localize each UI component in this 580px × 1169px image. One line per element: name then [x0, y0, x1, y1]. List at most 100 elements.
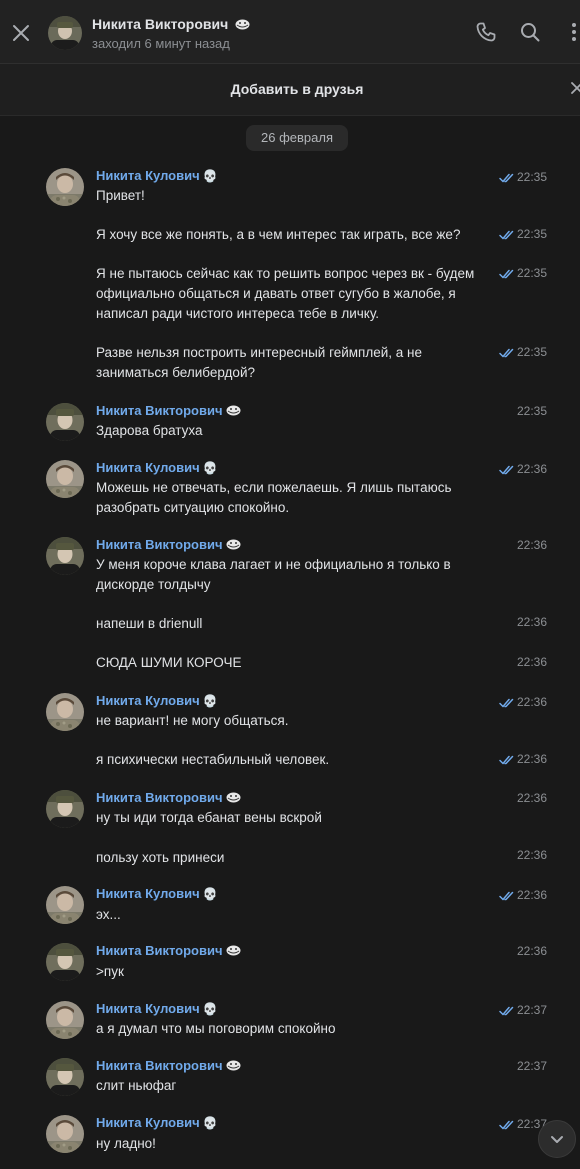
message-time-text: 22:36: [516, 791, 547, 805]
message-author[interactable]: Никита Викторович: [96, 790, 241, 806]
message-author[interactable]: Никита Кулович 💀: [96, 168, 218, 183]
message-author[interactable]: Никита Викторович: [96, 1058, 241, 1074]
read-check-icon: [499, 1006, 514, 1016]
message-text[interactable]: напеши в drienull: [96, 614, 492, 634]
chevron-down-icon: [551, 1136, 563, 1143]
avatar[interactable]: [46, 460, 84, 498]
message-text[interactable]: эх...: [96, 905, 492, 925]
read-check-icon: [499, 1120, 514, 1130]
avatar[interactable]: [46, 790, 84, 828]
trollface-emoji-icon: [235, 17, 250, 33]
message-time: 22:36: [499, 752, 547, 766]
skull-emoji-icon: 💀: [202, 887, 218, 901]
read-check-icon: [499, 891, 514, 901]
skull-emoji-icon: 💀: [202, 1116, 218, 1130]
message-time-text: 22:35: [516, 170, 547, 184]
message-author[interactable]: Никита Кулович 💀: [96, 886, 218, 901]
message-author[interactable]: Никита Кулович 💀: [96, 1001, 218, 1016]
message-author[interactable]: Никита Кулович 💀: [96, 1115, 218, 1130]
message-time-text: 22:36: [516, 538, 547, 552]
message-author-name: Никита Викторович: [96, 1058, 223, 1073]
message-time-text: 22:36: [516, 655, 547, 669]
message-author-name: Никита Кулович: [96, 460, 200, 475]
message-author[interactable]: Никита Викторович: [96, 537, 241, 553]
message-time-text: 22:36: [516, 848, 547, 862]
message-time: 22:36: [517, 944, 547, 958]
read-check-icon: [499, 698, 514, 708]
message-author-name: Никита Викторович: [96, 943, 223, 958]
message-text[interactable]: Можешь не отвечать, если пожелаешь. Я ли…: [96, 478, 492, 518]
message-author[interactable]: Никита Викторович: [96, 943, 241, 959]
message-time-text: 22:36: [516, 944, 547, 958]
message-text[interactable]: ну ты иди тогда ебанат вены вскрой: [96, 808, 492, 828]
message-text[interactable]: Привет!: [96, 186, 492, 206]
message-text[interactable]: пользу хоть принеси: [96, 848, 492, 868]
read-check-icon: [499, 348, 514, 358]
message-time: 22:35: [499, 266, 547, 280]
skull-emoji-icon: 💀: [202, 1002, 218, 1016]
message-author-name: Никита Кулович: [96, 693, 200, 708]
message-time-text: 22:35: [516, 404, 547, 418]
message-time: 22:36: [499, 695, 547, 709]
message-time-text: 22:36: [516, 695, 547, 709]
avatar[interactable]: [48, 16, 82, 50]
message-text[interactable]: >пук: [96, 962, 492, 982]
close-icon[interactable]: [10, 22, 32, 44]
message-author-name: Никита Викторович: [96, 403, 223, 418]
message-time-text: 22:37: [516, 1059, 547, 1073]
trollface-emoji-icon: [226, 405, 241, 419]
message-text[interactable]: я психически нестабильный человек.: [96, 750, 492, 770]
message-text[interactable]: СЮДА ШУМИ КОРОЧЕ: [96, 653, 492, 673]
message-time: 22:37: [517, 1059, 547, 1073]
avatar[interactable]: [46, 943, 84, 981]
message-text[interactable]: не вариант! не могу общаться.: [96, 711, 492, 731]
more-icon[interactable]: [562, 20, 580, 44]
last-seen-status: заходил 6 минут назад: [92, 36, 230, 51]
add-friend-button[interactable]: Добавить в друзья: [0, 81, 580, 97]
avatar[interactable]: [46, 886, 84, 924]
message-time: 22:35: [499, 170, 547, 184]
contact-name[interactable]: Никита Викторович: [92, 16, 250, 33]
message-text[interactable]: Разве нельзя построить интересный геймпл…: [96, 343, 492, 383]
message-time: 22:35: [499, 345, 547, 359]
avatar[interactable]: [46, 537, 84, 575]
read-check-icon: [499, 269, 514, 279]
scroll-down-button[interactable]: [538, 1120, 576, 1158]
avatar[interactable]: [46, 693, 84, 731]
avatar[interactable]: [46, 1115, 84, 1153]
message-author-name: Никита Кулович: [96, 168, 200, 183]
message-text[interactable]: Я хочу все же понять, а в чем интерес та…: [96, 225, 492, 245]
skull-emoji-icon: 💀: [202, 461, 218, 475]
message-time: 22:36: [517, 538, 547, 552]
message-author[interactable]: Никита Кулович 💀: [96, 460, 218, 475]
message-author[interactable]: Никита Викторович: [96, 403, 241, 419]
avatar[interactable]: [46, 168, 84, 206]
message-text[interactable]: а я думал что мы поговорим спокойно: [96, 1019, 492, 1039]
message-time: 22:36: [499, 888, 547, 902]
contact-name-text: Никита Викторович: [92, 16, 229, 32]
message-author-name: Никита Кулович: [96, 1115, 200, 1130]
message-time: 22:35: [499, 227, 547, 241]
message-author[interactable]: Никита Кулович 💀: [96, 693, 218, 708]
message-time-text: 22:35: [516, 266, 547, 280]
message-text[interactable]: Здарова братуха: [96, 421, 492, 441]
avatar[interactable]: [46, 1058, 84, 1096]
read-check-icon: [499, 465, 514, 475]
message-text[interactable]: У меня короче клава лагает и не официаль…: [96, 555, 492, 595]
message-time-text: 22:36: [516, 888, 547, 902]
read-check-icon: [499, 173, 514, 183]
message-text[interactable]: ну ладно!: [96, 1134, 492, 1154]
trollface-emoji-icon: [226, 945, 241, 959]
search-icon[interactable]: [518, 20, 542, 44]
message-text[interactable]: Я не пытаюсь сейчас как то решить вопрос…: [96, 264, 492, 324]
message-text[interactable]: слит ньюфаг: [96, 1076, 492, 1096]
message-time: 22:36: [517, 791, 547, 805]
close-icon[interactable]: [570, 81, 580, 95]
avatar[interactable]: [46, 1001, 84, 1039]
message-time-text: 22:36: [516, 462, 547, 476]
chat-window: Никита Викторович заходил 6 минут назад …: [0, 0, 580, 1169]
message-time: 22:36: [499, 462, 547, 476]
avatar[interactable]: [46, 403, 84, 441]
phone-icon[interactable]: [474, 20, 498, 44]
read-check-icon: [499, 755, 514, 765]
